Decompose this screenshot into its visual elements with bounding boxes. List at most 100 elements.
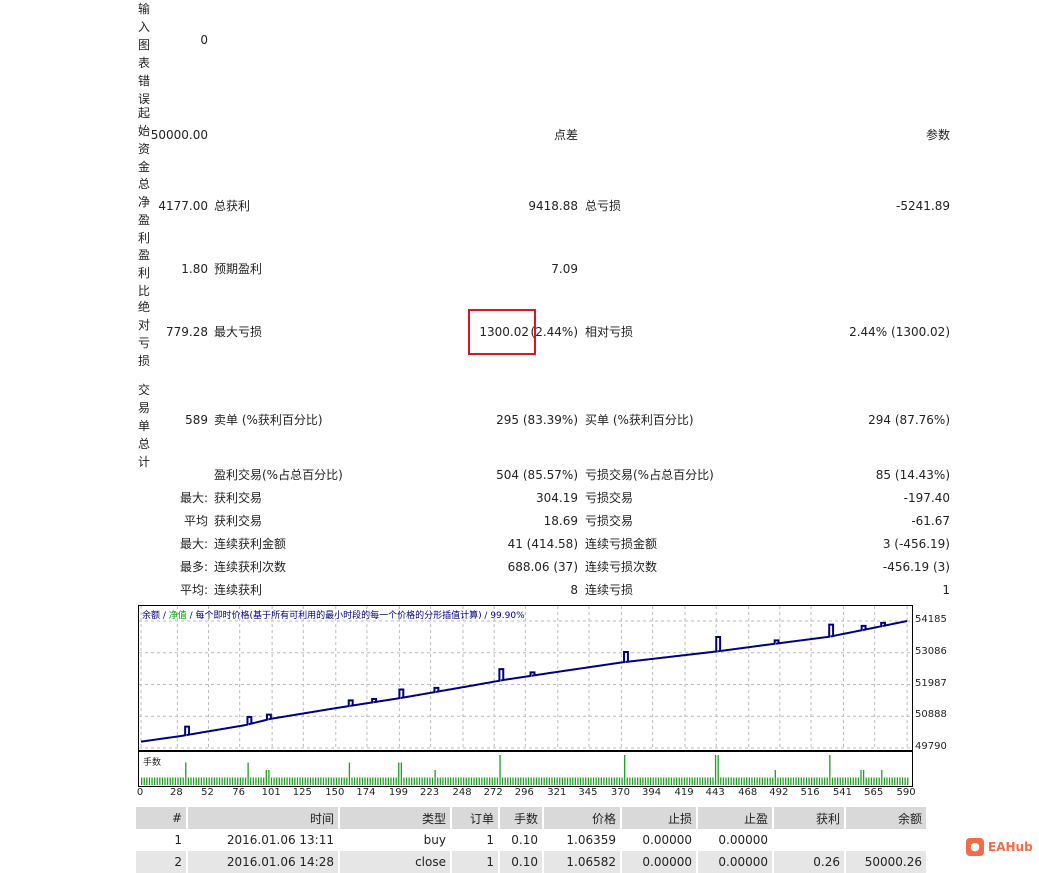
- volume-bar: [520, 777, 522, 785]
- table-cell: [773, 829, 846, 851]
- volume-bar: [486, 777, 488, 785]
- volume-bar: [330, 777, 332, 785]
- volume-bar: [450, 777, 452, 785]
- volume-bar: [403, 777, 405, 785]
- table-header: # 时间 类型 订单 手数 价格 止损 止盈 获利 余额: [136, 807, 928, 829]
- volume-bar: [270, 777, 273, 785]
- stat-mid-label: 盈利交易(%占总百分比): [214, 468, 343, 482]
- stat-mid-label: 最大亏损: [214, 325, 263, 339]
- volume-bar: [821, 777, 823, 785]
- volume-bar: [722, 777, 725, 785]
- volume-bar: [595, 777, 597, 785]
- volume-bar: [540, 777, 543, 785]
- volume-bar: [390, 777, 392, 785]
- volume-bar: [481, 777, 483, 785]
- volume-bar: [468, 777, 470, 785]
- stat-value: 1.80: [181, 262, 208, 276]
- stat-label: 输入图表错误: [137, 2, 150, 106]
- volume-bar: [579, 777, 582, 785]
- x-tick-label: 199: [388, 787, 408, 798]
- volume-bar: [457, 777, 460, 785]
- volume-bar: [351, 777, 353, 785]
- x-tick-label: 419: [674, 787, 694, 798]
- y-tick-label: 51987: [915, 677, 947, 689]
- volume-bar: [444, 777, 447, 785]
- volume-bar: [514, 777, 517, 785]
- watermark-text: EAHub: [988, 840, 1033, 854]
- x-tick-label: 565: [864, 787, 884, 798]
- volume-bar: [590, 777, 592, 785]
- table-cell: 1: [451, 829, 500, 851]
- volume-bar: [434, 770, 436, 785]
- stat-mid-label: 连续获利: [214, 583, 263, 597]
- volume-bar: [314, 777, 317, 785]
- volume-bar: [346, 777, 348, 785]
- x-tick-label: 174: [356, 787, 376, 798]
- stat-right-value: 1: [942, 583, 950, 597]
- x-tick-label: 492: [769, 787, 789, 798]
- volume-bar: [538, 777, 540, 785]
- stat-row: 平均 获利交易 18.69 亏损交易 -61.67: [0, 513, 1039, 529]
- y-tick-label: 49790: [915, 741, 947, 752]
- x-tick-label: 248: [452, 787, 472, 798]
- volume-bar: [743, 777, 745, 785]
- legend-balance: 余额: [142, 611, 161, 621]
- volume-bar: [875, 777, 878, 785]
- volume-bar: [356, 777, 358, 785]
- volume-bar: [353, 777, 356, 785]
- volume-bar: [844, 777, 847, 785]
- stat-mid-value: 9418.88: [528, 199, 578, 213]
- volume-bar: [603, 777, 605, 785]
- volume-bar: [263, 777, 265, 785]
- volume-bar: [585, 777, 587, 785]
- volume-bar: [774, 770, 776, 785]
- column-header: 价格: [543, 807, 622, 829]
- volume-bar: [839, 777, 841, 785]
- volume-bar: [198, 777, 200, 785]
- volume-bar: [748, 777, 750, 785]
- stat-mid-label: 预期盈利: [214, 262, 263, 276]
- volume-bar: [164, 777, 166, 785]
- stat-right-label: 连续亏损次数: [585, 560, 658, 574]
- volume-bar: [195, 777, 197, 785]
- volume-bar: [896, 777, 899, 785]
- volume-bar: [320, 777, 322, 785]
- volume-bar: [226, 777, 228, 785]
- volume-bar: [405, 777, 408, 785]
- stat-right-label: 总亏损: [585, 199, 622, 213]
- table-cell: [845, 829, 928, 851]
- stat-mid-value: 18.69: [543, 514, 578, 528]
- volume-bar: [192, 777, 195, 785]
- volume-bar: [377, 777, 379, 785]
- balance-chart-svg: [139, 606, 912, 749]
- y-tick-label: 53086: [915, 645, 947, 657]
- volume-bar: [257, 777, 260, 785]
- volume-bar: [618, 777, 621, 785]
- volume-bar: [463, 777, 465, 785]
- table-cell: 1: [451, 851, 500, 873]
- table-cell: 2016.01.06 14:28: [187, 851, 340, 873]
- volume-bar: [491, 777, 493, 785]
- volume-bar: [657, 777, 660, 785]
- volume-bar: [862, 770, 865, 785]
- column-header: 止损: [621, 807, 698, 829]
- volume-bar: [182, 777, 184, 785]
- y-tick-label: 54185: [915, 614, 947, 625]
- volume-bar: [174, 777, 177, 785]
- volume-bar: [281, 777, 283, 785]
- volume-bar: [629, 777, 631, 785]
- volume-bar: [662, 777, 665, 785]
- volume-bar: [429, 777, 431, 785]
- x-tick-label: 125: [292, 787, 312, 798]
- volume-bar: [566, 777, 569, 785]
- volume-bar: [153, 777, 156, 785]
- volume-bar: [753, 777, 756, 785]
- volume-bar: [637, 777, 639, 785]
- volume-bar: [359, 777, 361, 785]
- volume-chart-svg: [141, 755, 909, 785]
- volume-bar: [398, 762, 400, 785]
- volume-bar: [873, 777, 875, 785]
- x-tick-label: 370: [610, 787, 630, 798]
- table-cell: 1: [136, 829, 188, 851]
- volume-bar: [761, 777, 763, 785]
